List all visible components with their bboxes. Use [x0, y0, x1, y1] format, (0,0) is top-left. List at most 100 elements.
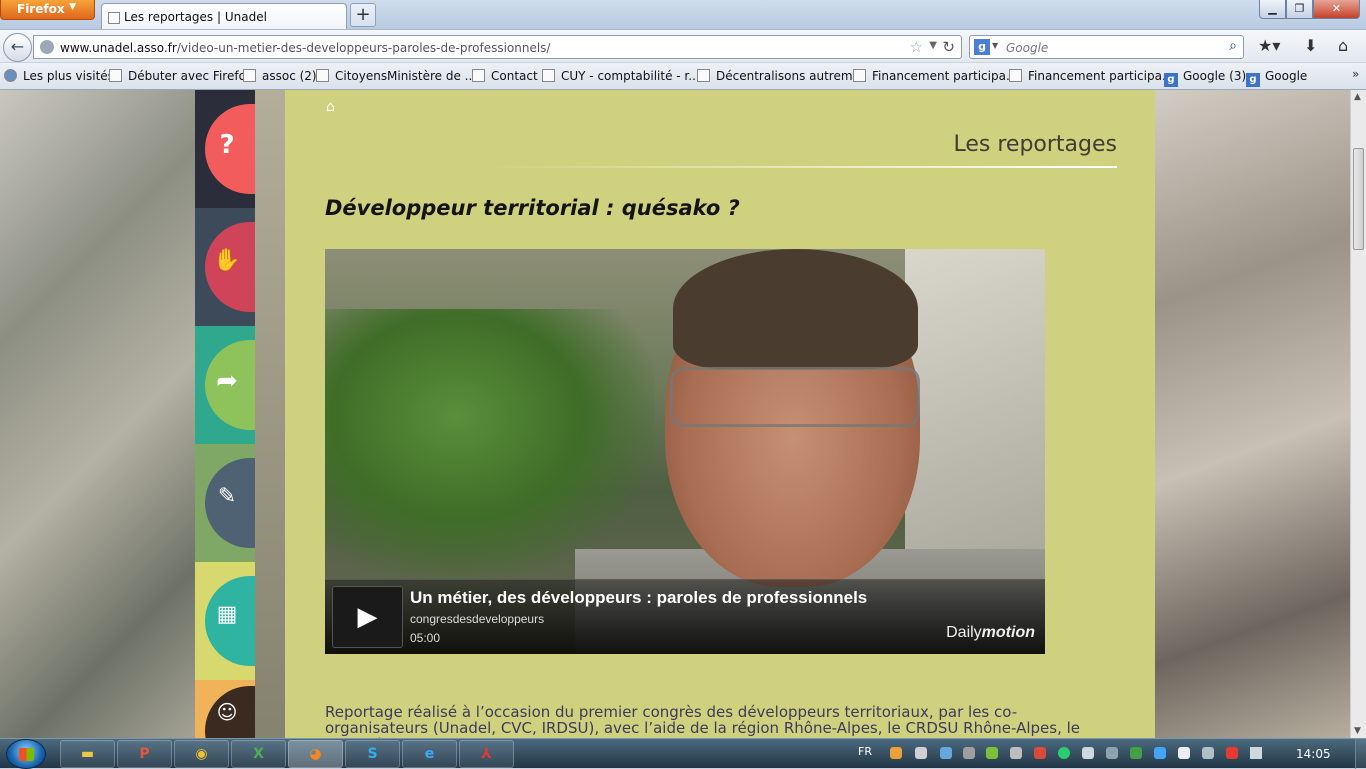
video-info-bar: ▶ Un métier, des développeurs : paroles …: [325, 579, 1045, 654]
back-arrow-icon: ←: [10, 37, 25, 56]
scroll-down-icon[interactable]: ▼: [1354, 726, 1361, 736]
window-titlebar: Firefox ▼ Les reportages | Unadel + ▁ ❐ ✕: [0, 0, 1366, 29]
bookmarks-overflow-icon[interactable]: »: [1352, 67, 1359, 81]
taskbar-internet-explorer[interactable]: e: [402, 740, 457, 768]
bookmark-contact[interactable]: Contact: [472, 69, 538, 83]
bookmark-label: Google (3): [1183, 69, 1247, 83]
taskbar-firefox[interactable]: ◕: [288, 740, 343, 768]
minimize-button[interactable]: ▁: [1259, 0, 1286, 19]
tray-icon-3[interactable]: [940, 747, 952, 759]
background-photo-strip: [255, 90, 285, 738]
home-icon[interactable]: ⌂: [1338, 36, 1348, 55]
bookmark-label: Financement participa...: [872, 69, 1018, 83]
tray-icon-11[interactable]: [1130, 747, 1142, 759]
taskbar-chrome[interactable]: ◉: [174, 740, 229, 768]
bookmark-citoyens[interactable]: Citoyens: [316, 69, 387, 83]
section-title: Les reportages: [953, 132, 1118, 157]
signal-icon[interactable]: [1250, 747, 1262, 759]
navigation-toolbar: ← www.unadel.asso.fr/video-un-metier-des…: [0, 29, 1366, 62]
bookmark-financement-1[interactable]: Financement participa...: [853, 69, 1017, 83]
bookmark-financement-2[interactable]: Financement participa...: [1009, 69, 1173, 83]
sidebar-tile-partnership[interactable]: ✋: [195, 208, 255, 326]
start-button[interactable]: [6, 739, 46, 769]
bookmark-google-3[interactable]: g Google (3): [1164, 69, 1246, 87]
engine-dropdown-icon[interactable]: ▼: [992, 41, 998, 50]
tray-icon-2[interactable]: [915, 747, 927, 759]
bookmark-most-visited[interactable]: Les plus visités: [4, 69, 114, 83]
tab-les-reportages[interactable]: Les reportages | Unadel: [101, 3, 347, 29]
document-icon: ✎: [217, 484, 237, 509]
search-icon[interactable]: ⌕: [1229, 38, 1237, 54]
tray-icon-5[interactable]: [986, 747, 998, 759]
scrollbar-thumb[interactable]: [1353, 148, 1364, 250]
tray-icon-10[interactable]: [1106, 747, 1118, 759]
taskbar-acrobat[interactable]: ⅄: [459, 740, 514, 768]
tray-icon-1[interactable]: [890, 747, 902, 759]
tray-icon-13[interactable]: [1178, 747, 1190, 759]
system-clock[interactable]: 14:05: [1296, 747, 1331, 761]
volume-icon[interactable]: [1202, 747, 1214, 759]
google-icon: g: [1164, 73, 1178, 87]
tray-icon-7[interactable]: [1034, 747, 1046, 759]
taskbar-excel[interactable]: X: [231, 740, 286, 768]
bookmark-star-icon[interactable]: ☆: [910, 38, 923, 56]
bookmark-assoc[interactable]: assoc (2): [243, 69, 317, 83]
powerpoint-icon: P: [139, 746, 150, 762]
url-host: www.unadel.asso.fr: [60, 41, 177, 55]
taskbar-powerpoint[interactable]: P: [117, 740, 172, 768]
logo-prefix: Daily: [946, 624, 982, 641]
bookmark-label: assoc (2): [262, 69, 317, 83]
page-scrollbar[interactable]: ▲ ▼: [1350, 90, 1366, 738]
sidebar-tile-documents[interactable]: ✎: [195, 444, 255, 562]
bookmark-decentralisons[interactable]: Décentralisons autrem...: [697, 69, 864, 83]
most-visited-icon: [4, 69, 17, 82]
download-icon[interactable]: ⬇: [1304, 36, 1317, 55]
scroll-up-icon[interactable]: ▲: [1354, 92, 1361, 102]
video-player[interactable]: ▶ Un métier, des développeurs : paroles …: [325, 249, 1045, 654]
tray-icon-8[interactable]: [1058, 747, 1070, 759]
video-title[interactable]: Un métier, des développeurs : paroles de…: [410, 588, 867, 608]
bookmark-cuy[interactable]: CUY - comptabilité - r...: [542, 69, 700, 83]
search-box[interactable]: g ▼ Google ⌕: [969, 35, 1244, 59]
network-warning-icon[interactable]: [1226, 747, 1238, 759]
taskbar-explorer[interactable]: ▬: [60, 740, 115, 768]
google-engine-icon[interactable]: g: [974, 39, 990, 55]
arrow-icon: ➦: [216, 366, 238, 396]
taskbar-skype[interactable]: S: [345, 740, 400, 768]
video-channel[interactable]: congresdesdeveloppeurs: [410, 612, 544, 626]
maximize-button[interactable]: ❐: [1286, 0, 1313, 19]
play-icon: ▶: [357, 602, 378, 632]
bookmark-getting-started[interactable]: Débuter avec Firefox: [109, 69, 253, 83]
sidebar-tile-question[interactable]: ?: [195, 90, 255, 208]
bookmark-ministere[interactable]: Ministère de ...: [387, 69, 476, 83]
new-tab-button[interactable]: +: [350, 3, 376, 27]
background-photo-left: [0, 90, 195, 738]
history-dropdown-icon[interactable]: ▼: [929, 40, 937, 51]
url-path: /video-un-metier-des-developpeurs-parole…: [176, 41, 551, 55]
tray-icon-4[interactable]: [963, 747, 975, 759]
pdf-icon: ⅄: [481, 746, 492, 762]
back-button[interactable]: ←: [3, 33, 32, 62]
firefox-menu-button[interactable]: Firefox ▼: [0, 0, 95, 20]
home-breadcrumb-icon[interactable]: ⌂: [326, 99, 335, 115]
language-indicator[interactable]: FR: [858, 745, 872, 758]
dailymotion-logo[interactable]: Dailymotion: [946, 624, 1035, 642]
tab-title: Les reportages | Unadel: [124, 10, 267, 24]
sidebar-tile-network[interactable]: ☺: [195, 680, 255, 738]
play-button[interactable]: ▶: [332, 586, 403, 648]
bookmark-google[interactable]: g Google: [1246, 69, 1307, 87]
tray-icon-9[interactable]: [1082, 747, 1094, 759]
sidebar-tile-agenda[interactable]: ▦: [195, 562, 255, 680]
bookmark-label: Ministère de ...: [387, 69, 477, 83]
sidebar-tile-share[interactable]: ➦: [195, 326, 255, 444]
ie-icon: e: [424, 746, 435, 762]
dropbox-icon[interactable]: [1154, 747, 1166, 759]
bookmark-label: Décentralisons autrem...: [716, 69, 864, 83]
tray-icon-6[interactable]: [1010, 747, 1022, 759]
reload-icon[interactable]: ↻: [942, 38, 955, 56]
close-window-button[interactable]: ✕: [1313, 0, 1360, 19]
people-icon: ☺: [216, 700, 238, 724]
show-desktop-button[interactable]: [1355, 739, 1366, 769]
address-bar[interactable]: www.unadel.asso.fr/video-un-metier-des-d…: [33, 35, 962, 59]
bookmarks-menu-icon[interactable]: ★▾: [1258, 36, 1280, 55]
